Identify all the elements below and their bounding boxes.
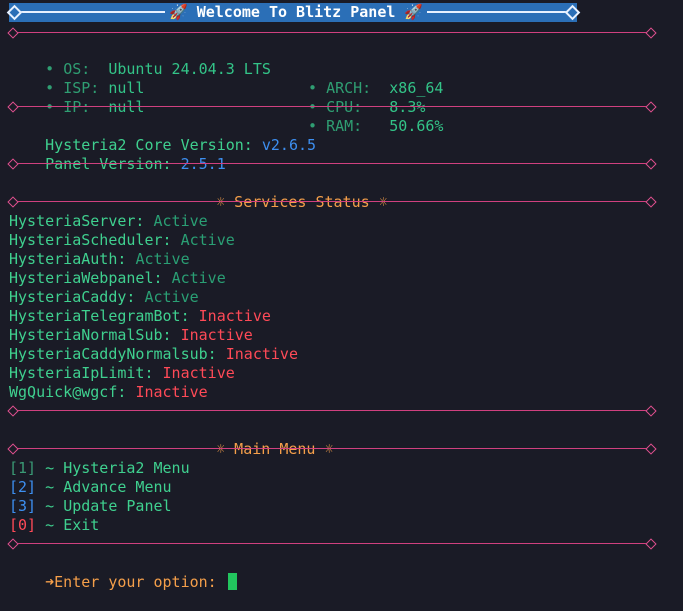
divider <box>7 27 657 39</box>
service-status: Active <box>180 231 235 249</box>
divider <box>7 538 657 550</box>
service-name: HysteriaCaddy: <box>9 288 136 306</box>
service-row: HysteriaAuth: Active <box>9 250 190 269</box>
service-row: HysteriaScheduler: Active <box>9 231 235 250</box>
divider <box>7 196 657 208</box>
service-status: Active <box>153 212 208 230</box>
title-banner: 🚀 Welcome To Blitz Panel 🚀 <box>6 3 581 22</box>
menu-key: [0] <box>9 516 37 534</box>
service-status: Inactive <box>180 326 253 344</box>
tilde-arrow-icon: ~ <box>45 478 55 496</box>
ram-value: 50.66% <box>389 117 444 135</box>
terminal-window[interactable]: 🚀 Welcome To Blitz Panel 🚀 • OS: Ubuntu … <box>0 0 683 591</box>
menu-header: ☼ Main Menu ☼ <box>216 440 334 458</box>
services-header: ☼ Services Status ☼ <box>216 193 388 211</box>
menu-item-advance[interactable]: [2] ~ Advance Menu <box>9 478 172 497</box>
service-row: HysteriaIpLimit: Inactive <box>9 364 235 383</box>
service-row: HysteriaCaddy: Active <box>9 288 199 307</box>
text-cursor[interactable] <box>227 573 237 590</box>
menu-key: [3] <box>9 497 37 515</box>
menu-label: Update Panel <box>63 497 172 515</box>
menu-label: Hysteria2 Menu <box>63 459 190 477</box>
tilde-arrow-icon: ~ <box>45 497 55 515</box>
service-row: HysteriaNormalSub: Inactive <box>9 326 253 345</box>
prompt-text: Enter your option: <box>54 573 217 591</box>
prompt-arrow-icon: ➜ <box>45 573 55 591</box>
arch-value: x86_64 <box>389 79 444 97</box>
service-name: HysteriaIpLimit: <box>9 364 154 382</box>
service-status: Active <box>171 269 226 287</box>
menu-item-update[interactable]: [3] ~ Update Panel <box>9 497 172 516</box>
banner-diamond-left <box>6 4 23 21</box>
service-name: HysteriaAuth: <box>9 250 127 268</box>
sysinfo-row-3: • IP: null • RAM: 50.66% <box>9 79 443 135</box>
service-name: WgQuick@wgcf: <box>9 383 127 401</box>
panel-version-row: Panel Version: 2.5.1 <box>9 136 226 173</box>
divider <box>7 405 657 417</box>
service-name: HysteriaScheduler: <box>9 231 172 249</box>
service-row: HysteriaTelegramBot: Inactive <box>9 307 271 326</box>
sysinfo-row-2: • ISP: null • CPU: 8.3% <box>9 60 425 116</box>
bullet-icon: • <box>308 79 318 97</box>
ram-label: RAM: <box>326 117 363 135</box>
core-version-value: v2.6.5 <box>261 136 317 154</box>
service-row: HysteriaCaddyNormalsub: Inactive <box>9 345 298 364</box>
service-status: Inactive <box>198 307 271 325</box>
tilde-arrow-icon: ~ <box>45 516 55 534</box>
service-name: HysteriaServer: <box>9 212 145 230</box>
service-status: Inactive <box>162 364 235 382</box>
divider <box>7 158 657 170</box>
divider <box>7 101 657 113</box>
service-status: Active <box>144 288 199 306</box>
service-status: Active <box>135 250 190 268</box>
tilde-arrow-icon: ~ <box>45 459 55 477</box>
service-status: Inactive <box>225 345 298 363</box>
core-version-row: Hysteria2 Core Version: v2.6.5 <box>9 117 316 154</box>
service-name: HysteriaWebpanel: <box>9 269 163 287</box>
menu-key: [2] <box>9 478 37 496</box>
menu-key: [1] <box>9 459 37 477</box>
menu-label: Exit <box>63 516 100 534</box>
banner-title: 🚀 Welcome To Blitz Panel 🚀 <box>165 3 428 22</box>
menu-item-hysteria2[interactable]: [1] ~ Hysteria2 Menu <box>9 459 190 478</box>
service-row: HysteriaServer: Active <box>9 212 208 231</box>
service-status: Inactive <box>135 383 208 401</box>
input-prompt[interactable]: ➜Enter your option: <box>9 554 237 591</box>
service-name: HysteriaTelegramBot: <box>9 307 190 325</box>
sysinfo-row-1: • OS: Ubuntu 24.04.3 LTS • ARCH: x86_64 <box>9 41 443 97</box>
service-row: WgQuick@wgcf: Inactive <box>9 383 208 402</box>
service-name: HysteriaNormalSub: <box>9 326 172 344</box>
service-name: HysteriaCaddyNormalsub: <box>9 345 217 363</box>
divider <box>7 443 657 455</box>
service-row: HysteriaWebpanel: Active <box>9 269 226 288</box>
menu-item-exit[interactable]: [0] ~ Exit <box>9 516 99 535</box>
banner-diamond-right <box>564 4 581 21</box>
arch-label: ARCH: <box>326 79 372 97</box>
menu-label: Advance Menu <box>63 478 172 496</box>
